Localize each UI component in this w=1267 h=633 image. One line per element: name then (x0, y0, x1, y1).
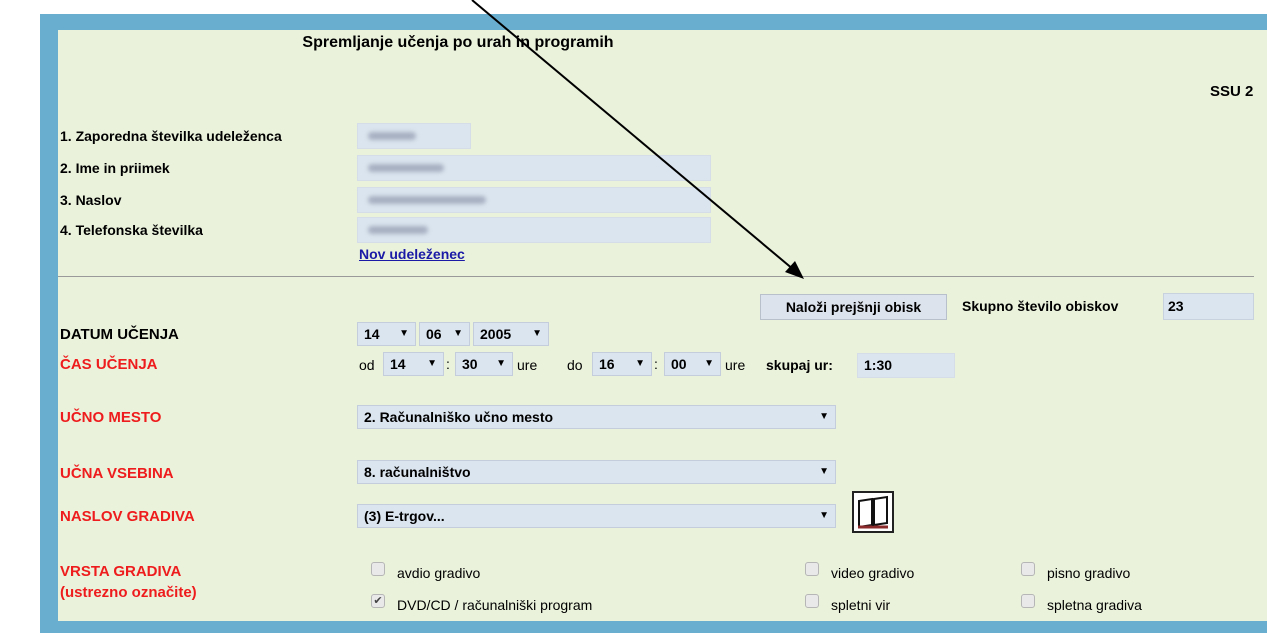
annotation-arrow (471, 0, 804, 279)
